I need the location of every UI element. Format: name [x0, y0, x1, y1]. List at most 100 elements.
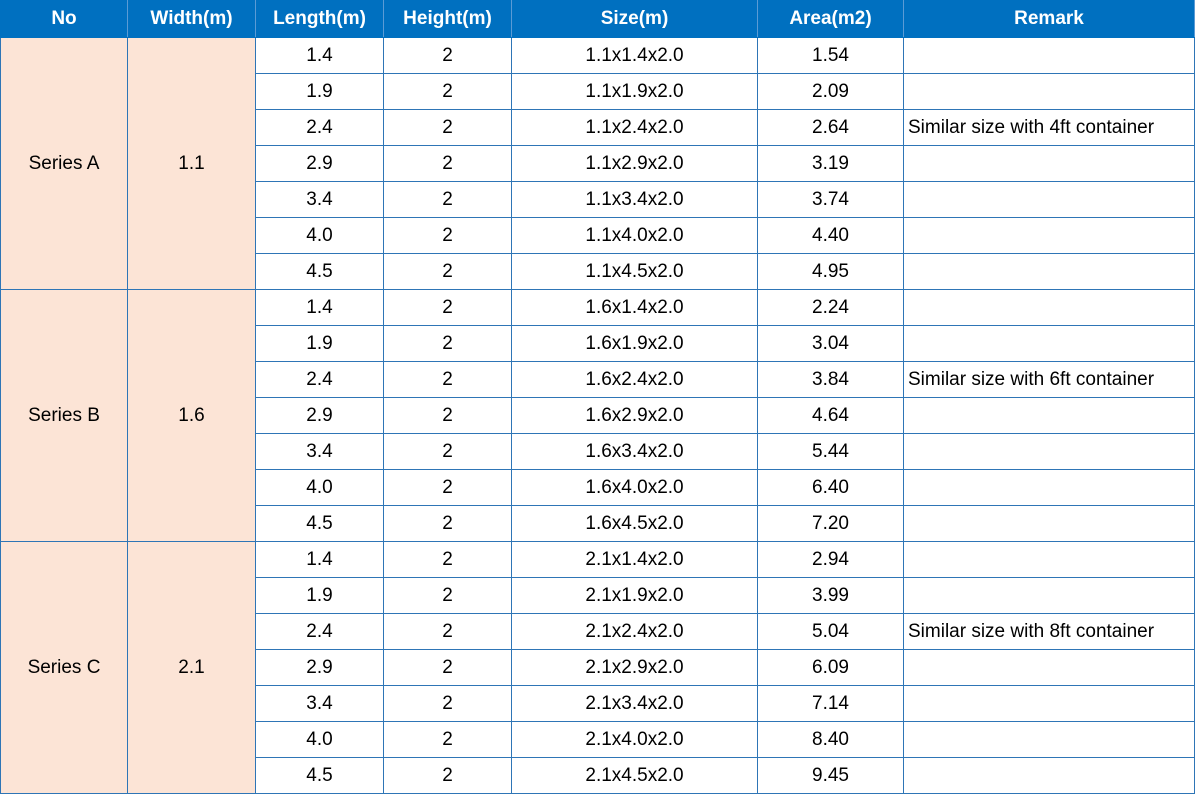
table-body: Series A 1.1 1.4 2 1.1x1.4x2.0 1.54 1.9 2 1.1x1.… — [0, 37, 1195, 794]
length-cell: 1.9 — [255, 577, 384, 614]
remark-cell — [903, 289, 1195, 326]
column-header-width: Width(m) — [127, 0, 256, 38]
remark-cell — [903, 577, 1195, 614]
size-cell: 1.1x1.4x2.0 — [511, 37, 758, 74]
size-cell: 1.1x2.4x2.0 — [511, 109, 758, 146]
length-cell: 4.5 — [255, 757, 384, 794]
length-cell: 2.4 — [255, 613, 384, 650]
remark-cell — [903, 325, 1195, 362]
length-cell: 2.4 — [255, 361, 384, 398]
area-cell: 3.04 — [757, 325, 904, 362]
size-cell: 1.6x2.4x2.0 — [511, 361, 758, 398]
size-cell: 2.1x1.9x2.0 — [511, 577, 758, 614]
remark-cell: Similar size with 8ft container — [903, 613, 1195, 650]
length-cell: 4.5 — [255, 505, 384, 542]
remark-cell — [903, 649, 1195, 686]
height-cell: 2 — [383, 397, 512, 434]
column-header-size: Size(m) — [511, 0, 758, 38]
size-cell: 1.6x4.0x2.0 — [511, 469, 758, 506]
size-cell: 2.1x2.9x2.0 — [511, 649, 758, 686]
height-cell: 2 — [383, 541, 512, 578]
size-cell: 1.1x1.9x2.0 — [511, 73, 758, 110]
length-cell: 2.4 — [255, 109, 384, 146]
area-cell: 2.94 — [757, 541, 904, 578]
length-cell: 1.4 — [255, 289, 384, 326]
length-cell: 4.5 — [255, 253, 384, 290]
size-cell: 2.1x4.0x2.0 — [511, 721, 758, 758]
length-cell: 3.4 — [255, 685, 384, 722]
area-cell: 3.19 — [757, 145, 904, 182]
series-name-cell: Series A — [0, 37, 128, 290]
size-cell: 2.1x1.4x2.0 — [511, 541, 758, 578]
remark-cell — [903, 505, 1195, 542]
series-name-cell: Series C — [0, 541, 128, 794]
size-cell: 1.6x2.9x2.0 — [511, 397, 758, 434]
area-cell: 4.64 — [757, 397, 904, 434]
length-cell: 2.9 — [255, 145, 384, 182]
height-cell: 2 — [383, 109, 512, 146]
area-cell: 5.44 — [757, 433, 904, 470]
series-name-cell: Series B — [0, 289, 128, 542]
height-cell: 2 — [383, 181, 512, 218]
area-cell: 7.14 — [757, 685, 904, 722]
length-cell: 1.9 — [255, 325, 384, 362]
column-header-length: Length(m) — [255, 0, 384, 38]
length-cell: 3.4 — [255, 433, 384, 470]
height-cell: 2 — [383, 577, 512, 614]
height-cell: 2 — [383, 685, 512, 722]
size-cell: 1.1x4.5x2.0 — [511, 253, 758, 290]
remark-cell — [903, 145, 1195, 182]
size-cell: 1.1x3.4x2.0 — [511, 181, 758, 218]
area-cell: 1.54 — [757, 37, 904, 74]
height-cell: 2 — [383, 325, 512, 362]
area-cell: 6.40 — [757, 469, 904, 506]
header-row: No Width(m) Length(m) Height(m) Size(m) … — [0, 0, 1195, 38]
size-cell: 2.1x4.5x2.0 — [511, 757, 758, 794]
area-cell: 3.74 — [757, 181, 904, 218]
area-cell: 7.20 — [757, 505, 904, 542]
area-cell: 6.09 — [757, 649, 904, 686]
height-cell: 2 — [383, 469, 512, 506]
length-cell: 2.9 — [255, 397, 384, 434]
remark-cell — [903, 721, 1195, 758]
remark-cell — [903, 757, 1195, 794]
length-cell: 1.9 — [255, 73, 384, 110]
height-cell: 2 — [383, 253, 512, 290]
height-cell: 2 — [383, 145, 512, 182]
area-cell: 9.45 — [757, 757, 904, 794]
remark-cell — [903, 541, 1195, 578]
length-cell: 2.9 — [255, 649, 384, 686]
series-width-cell: 1.1 — [127, 37, 256, 290]
area-cell: 4.95 — [757, 253, 904, 290]
remark-cell — [903, 73, 1195, 110]
height-cell: 2 — [383, 217, 512, 254]
height-cell: 2 — [383, 649, 512, 686]
remark-cell: Similar size with 4ft container — [903, 109, 1195, 146]
table-row: Series A 1.1 1.4 2 1.1x1.4x2.0 1.54 — [0, 37, 1195, 290]
length-cell: 1.4 — [255, 37, 384, 74]
length-cell: 4.0 — [255, 217, 384, 254]
area-cell: 2.09 — [757, 73, 904, 110]
size-cell: 1.1x2.9x2.0 — [511, 145, 758, 182]
size-cell: 1.6x3.4x2.0 — [511, 433, 758, 470]
height-cell: 2 — [383, 289, 512, 326]
height-cell: 2 — [383, 73, 512, 110]
height-cell: 2 — [383, 361, 512, 398]
height-cell: 2 — [383, 505, 512, 542]
area-cell: 2.64 — [757, 109, 904, 146]
size-cell: 2.1x3.4x2.0 — [511, 685, 758, 722]
series-width-cell: 2.1 — [127, 541, 256, 794]
area-cell: 5.04 — [757, 613, 904, 650]
remark-cell — [903, 181, 1195, 218]
length-cell: 4.0 — [255, 721, 384, 758]
area-cell: 8.40 — [757, 721, 904, 758]
height-cell: 2 — [383, 613, 512, 650]
remark-cell: Similar size with 6ft container — [903, 361, 1195, 398]
size-cell: 2.1x2.4x2.0 — [511, 613, 758, 650]
area-cell: 4.40 — [757, 217, 904, 254]
length-cell: 4.0 — [255, 469, 384, 506]
size-cell: 1.6x4.5x2.0 — [511, 505, 758, 542]
height-cell: 2 — [383, 37, 512, 74]
remark-cell — [903, 37, 1195, 74]
size-cell: 1.6x1.4x2.0 — [511, 289, 758, 326]
